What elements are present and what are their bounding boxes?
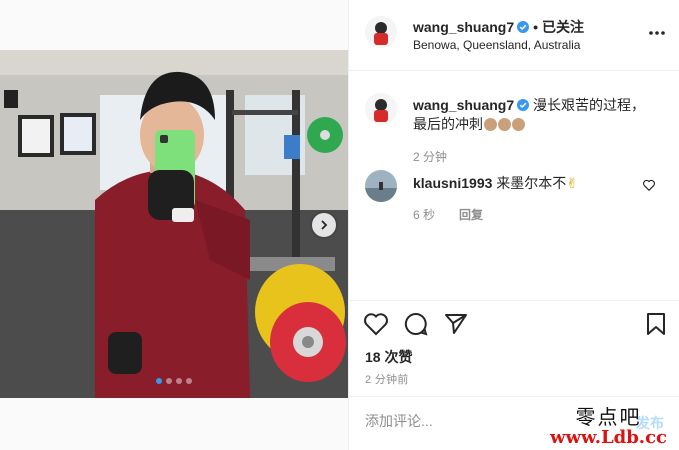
header-user-row: wang_shuang7 • 已关注 (413, 17, 584, 37)
separator: • (533, 19, 539, 35)
comment-item: klausni1993 来墨尔本不✌ 6 秒 回复 (349, 170, 679, 230)
caption-username[interactable]: wang_shuang7 (413, 97, 514, 113)
watermark-title: 零点吧 (575, 405, 642, 430)
location-link[interactable]: Benowa, Queensland, Australia (413, 38, 580, 52)
post-photo[interactable] (0, 50, 348, 398)
comment-icon[interactable] (403, 311, 429, 337)
avatar-icon (365, 16, 397, 48)
carousel-dots (156, 378, 192, 384)
post-header: wang_shuang7 • 已关注 Benowa, Queensland, Aus… (349, 0, 679, 71)
comment-text: 来墨尔本不 (496, 175, 567, 191)
victory-hand-emoji: ✌ (566, 175, 579, 191)
watermark-url: www.Ldb.cc (550, 427, 667, 449)
more-options-icon[interactable] (648, 24, 666, 42)
carousel-dot (176, 378, 182, 384)
header-username[interactable]: wang_shuang7 (413, 19, 514, 35)
fist-emoji-group (483, 116, 525, 132)
caption-line1: 漫长艰苦的过程， (533, 97, 646, 113)
watermark: 零点吧 www.Ldb.cc (550, 406, 667, 448)
commenter-avatar[interactable] (365, 170, 397, 202)
carousel-dot (156, 378, 162, 384)
post-date[interactable]: 2 分钟前 (365, 371, 409, 387)
comment-time[interactable]: 6 秒 (413, 206, 435, 223)
verified-icon (517, 21, 530, 33)
verified-icon (517, 99, 530, 111)
avatar[interactable] (365, 93, 397, 125)
post-details-panel: wang_shuang7 • 已关注 Benowa, Queensland, Aus… (348, 0, 679, 450)
comment-text-row: klausni1993 来墨尔本不✌ (413, 173, 578, 193)
comment-username[interactable]: klausni1993 (413, 175, 492, 191)
fist-emoji (498, 118, 511, 131)
follow-status-button[interactable]: 已关注 (542, 19, 584, 35)
carousel-dot (166, 378, 172, 384)
share-icon[interactable] (443, 311, 469, 337)
caption-line2: 最后的冲刺 (413, 116, 483, 132)
avatar-icon (365, 93, 397, 125)
carousel-dot (186, 378, 192, 384)
reply-button[interactable]: 回复 (459, 206, 483, 223)
avatar-icon (365, 170, 397, 202)
heart-icon[interactable] (363, 311, 389, 337)
next-photo-button[interactable] (312, 213, 336, 237)
chevron-right-icon (321, 220, 328, 230)
fist-emoji (484, 118, 497, 131)
comment-heart-icon[interactable] (642, 178, 656, 192)
avatar[interactable] (365, 16, 397, 48)
caption-time[interactable]: 2 分钟 (413, 148, 447, 165)
like-count[interactable]: 18 次赞 (365, 347, 412, 367)
gym-selfie-image (0, 50, 348, 398)
fist-emoji (512, 118, 525, 131)
caption-text-block: wang_shuang7 漫长艰苦的过程， 最后的冲刺 (413, 96, 663, 134)
bookmark-icon[interactable] (643, 311, 669, 337)
